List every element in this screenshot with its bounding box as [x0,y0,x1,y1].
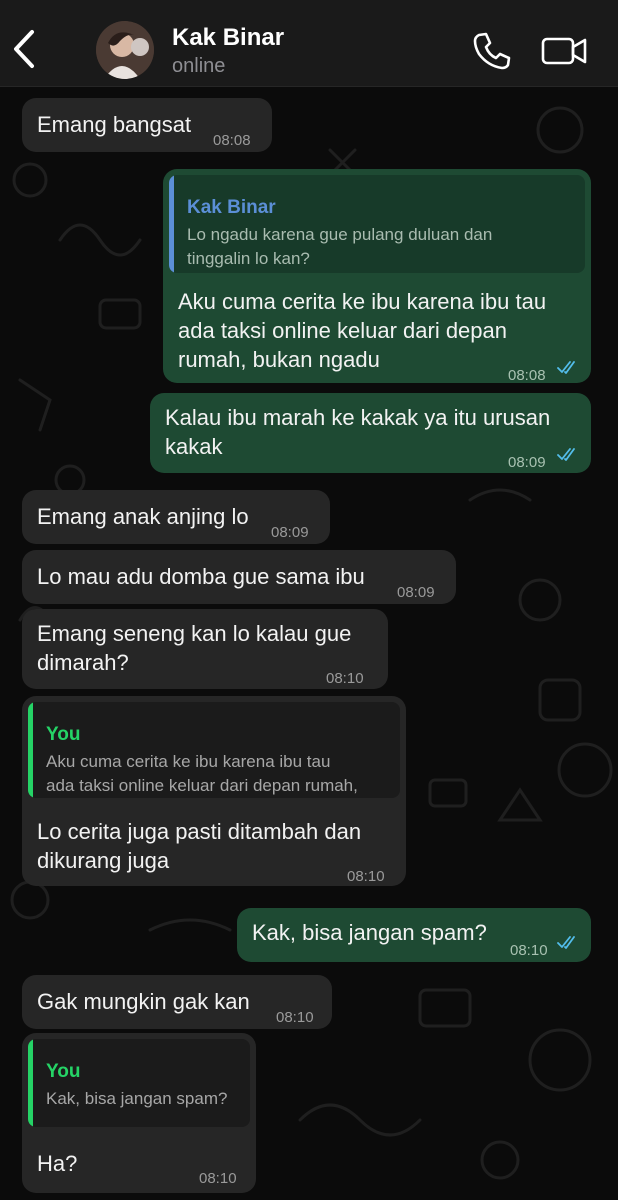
avatar[interactable] [96,21,154,79]
message-time: 08:08 [508,367,546,384]
message-bubble-incoming[interactable]: You Kak, bisa jangan spam? Ha? 08:10 [22,1033,256,1193]
message-text: Lo mau adu domba gue sama ibu [37,564,365,589]
reply-quote-text: Kak, bisa jangan spam? [46,1089,228,1108]
video-call-button[interactable] [540,32,590,70]
message-bubble-incoming[interactable]: Emang bangsat 08:08 [22,98,272,152]
reply-quote-text: Lo ngadu karena gue pulang duluan dan ti… [187,225,493,268]
message-time: 08:08 [213,132,251,149]
message-text: Emang seneng kan lo kalau gue dimarah? [37,621,352,675]
message-bubble-incoming[interactable]: Emang seneng kan lo kalau gue dimarah? 0… [22,609,388,689]
message-bubble-outgoing[interactable]: Kak, bisa jangan spam? 08:10 [237,908,591,962]
reply-quote-bar [169,175,174,273]
message-text: Kalau ibu marah ke kakak ya itu urusan k… [165,405,551,459]
message-time: 08:10 [326,670,364,687]
voice-call-button[interactable] [470,30,512,72]
video-camera-icon [541,37,587,65]
reply-quote-bar [28,702,33,798]
reply-quote-author: You [46,724,81,745]
message-text: Aku cuma cerita ke ibu karena ibu tau ad… [178,289,547,372]
reply-quote[interactable]: You Aku cuma cerita ke ibu karena ibu ta… [28,702,400,798]
message-bubble-incoming[interactable]: You Aku cuma cerita ke ibu karena ibu ta… [22,696,406,886]
chevron-left-icon [14,30,34,68]
avatar-photo [96,21,154,79]
message-time: 08:09 [508,454,546,471]
message-bubble-outgoing[interactable]: Kak Binar Lo ngadu karena gue pulang dul… [163,169,591,384]
message-bubble-outgoing[interactable]: Kalau ibu marah ke kakak ya itu urusan k… [150,393,591,473]
chat-thread: Emang bangsat 08:08 Kak Binar Lo ngadu k… [0,86,618,1200]
message-text: Emang bangsat [37,112,192,137]
chat-header: Kak Binar online [0,0,618,87]
message-text: Kak, bisa jangan spam? [252,920,487,945]
reply-quote[interactable]: Kak Binar Lo ngadu karena gue pulang dul… [169,175,585,273]
message-bubble-incoming[interactable]: Lo mau adu domba gue sama ibu 08:09 [22,550,456,604]
message-text: Lo cerita juga pasti ditambah dan dikura… [37,819,362,873]
reply-quote-text: Aku cuma cerita ke ibu karena ibu tau ad… [46,752,358,795]
message-bubble-incoming[interactable]: Gak mungkin gak kan 08:10 [22,975,332,1029]
message-time: 08:10 [276,1009,314,1026]
phone-icon [473,32,511,70]
message-text: Emang anak anjing lo [37,504,249,529]
contact-status: online [172,55,226,77]
read-receipt-icon [557,448,575,461]
message-time: 08:09 [271,524,309,541]
read-receipt-icon [557,361,575,374]
contact-name[interactable]: Kak Binar [172,24,284,52]
message-time: 08:09 [397,584,435,601]
message-time: 08:10 [347,868,385,885]
read-receipt-icon [557,936,575,949]
reply-quote[interactable]: You Kak, bisa jangan spam? [28,1039,250,1127]
message-time: 08:10 [199,1170,237,1187]
reply-quote-author: Kak Binar [187,197,276,218]
message-text: Ha? [37,1151,78,1176]
reply-quote-bar [28,1039,33,1127]
message-text: Gak mungkin gak kan [37,989,250,1014]
reply-quote-author: You [46,1061,81,1082]
message-bubble-incoming[interactable]: Emang anak anjing lo 08:09 [22,490,330,544]
message-time: 08:10 [510,942,548,959]
back-button[interactable] [6,26,42,72]
